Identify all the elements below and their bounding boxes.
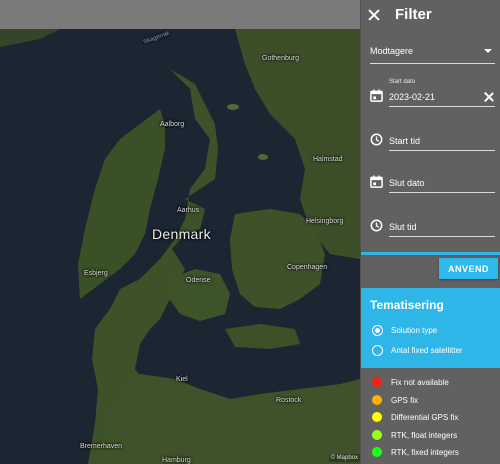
theme-title: Tematisering — [370, 298, 444, 312]
city-label: Gothenburg — [262, 55, 299, 62]
country-label: Denmark — [152, 226, 211, 242]
radio-label: Solution type — [391, 326, 438, 335]
end-time-field[interactable]: Slut tid — [370, 216, 495, 237]
start-time-placeholder: Start tid — [389, 136, 421, 146]
clock-icon — [370, 219, 383, 232]
end-time-input[interactable]: Slut tid — [389, 216, 495, 237]
panel-header: Filter — [361, 0, 500, 29]
legend-item: Differential GPS fix — [372, 412, 458, 422]
city-label: Hamburg — [162, 457, 191, 464]
clock-icon — [370, 133, 383, 146]
map-top-bar — [0, 0, 360, 29]
start-time-input[interactable]: Start tid — [389, 130, 495, 151]
receivers-select-value: Modtagere — [370, 45, 414, 56]
legend-dot-orange — [372, 395, 382, 405]
legend-label: RTK, fixed integers — [391, 447, 459, 457]
city-label: Kiel — [176, 376, 188, 383]
filter-panel: Filter Modtagere Start dato 2023-02-21 S… — [360, 0, 500, 464]
start-date-field[interactable]: Start dato 2023-02-21 — [370, 78, 495, 107]
close-icon[interactable] — [367, 8, 381, 22]
legend-dot-red — [372, 377, 382, 387]
start-time-field[interactable]: Start tid — [370, 130, 495, 151]
calendar-icon — [370, 89, 383, 102]
legend-dot-lime — [372, 430, 382, 440]
calendar-icon — [370, 175, 383, 188]
receivers-select[interactable]: Modtagere — [370, 38, 495, 64]
theme-section: Tematisering Solution type Antal fixed s… — [361, 288, 500, 368]
city-label: Odense — [186, 277, 211, 284]
city-label: Esbjerg — [84, 270, 108, 277]
legend-dot-green — [372, 447, 382, 457]
start-date-input[interactable]: Start dato 2023-02-21 — [389, 78, 495, 107]
apply-button[interactable]: ANVEND — [439, 258, 498, 279]
legend-label: Differential GPS fix — [391, 412, 459, 422]
dropdown-caret-icon — [484, 48, 492, 53]
radio-label: Antal fixed satellitter — [391, 346, 463, 355]
panel-title: Filter — [395, 6, 432, 23]
anholt-island — [258, 154, 268, 160]
city-label: Halmstad — [313, 156, 343, 163]
satellite-map[interactable]: Skagerrak Gothenburg Aalborg Halmstad Aa… — [0, 29, 360, 464]
end-date-placeholder: Slut dato — [389, 178, 425, 188]
legend-label: Fix not available — [391, 377, 449, 387]
end-date-input[interactable]: Slut dato — [389, 172, 495, 193]
clear-date-icon[interactable] — [484, 92, 494, 102]
legend-item: RTK, fixed integers — [372, 447, 459, 457]
city-label: Aalborg — [160, 121, 185, 128]
panel-divider — [361, 252, 500, 255]
city-label: Aarhus — [177, 207, 200, 214]
map-attribution[interactable]: © Mapbox — [328, 454, 360, 462]
legend-label: RTK, float integers — [391, 430, 458, 440]
radio-checked-icon[interactable] — [372, 325, 383, 336]
germany-land — [100, 374, 360, 464]
lolland-land — [225, 324, 300, 349]
city-label: Helsingborg — [306, 218, 344, 225]
map-terrain — [0, 29, 360, 464]
laeso-island — [227, 104, 239, 110]
norway-land — [0, 29, 60, 47]
radio-solution-type[interactable]: Solution type — [372, 325, 437, 336]
legend-item: Fix not available — [372, 377, 449, 387]
city-label: Copenhagen — [287, 264, 328, 271]
legend-item: GPS fix — [372, 395, 418, 405]
radio-unchecked-icon[interactable] — [372, 345, 383, 356]
city-label: Rostock — [276, 397, 302, 404]
start-date-label: Start dato — [389, 79, 416, 85]
end-time-placeholder: Slut tid — [389, 222, 417, 232]
legend-label: GPS fix — [391, 395, 419, 405]
start-date-value: 2023-02-21 — [389, 92, 436, 102]
city-label: Bremerhaven — [80, 443, 123, 450]
legend-item: RTK, float integers — [372, 430, 457, 440]
legend-dot-yellow — [372, 412, 382, 422]
end-date-field[interactable]: Slut dato — [370, 172, 495, 193]
radio-fixed-satellites[interactable]: Antal fixed satellitter — [372, 345, 463, 356]
